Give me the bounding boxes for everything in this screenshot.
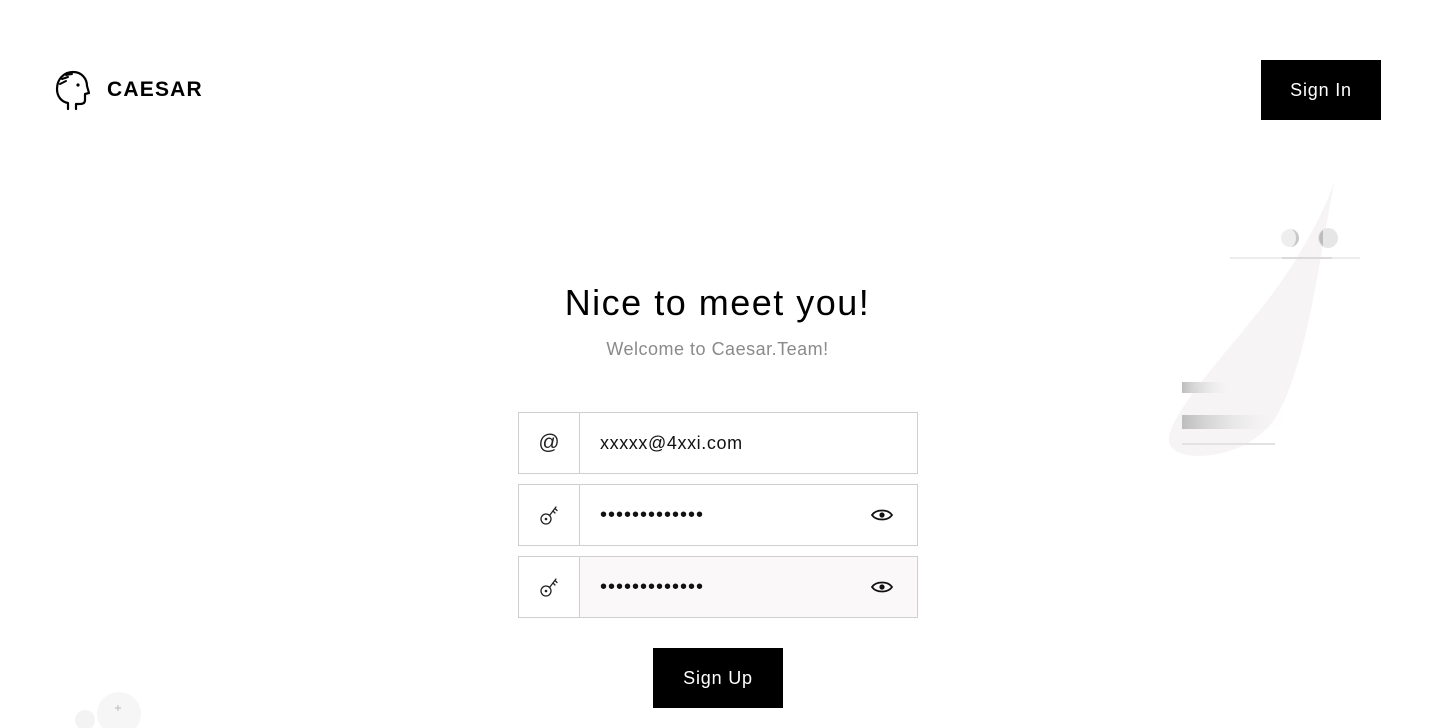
page-title: Nice to meet you! [564,282,871,323]
email-input-wrapper [580,413,917,473]
caesar-head-logo-icon [55,70,90,111]
confirm-password-input-wrapper [580,557,917,617]
confirm-password-input[interactable] [580,557,860,617]
sign-in-button[interactable]: Sign In [1261,60,1381,120]
key-icon [519,557,580,617]
eye-icon[interactable] [871,580,893,594]
password-input-wrapper [580,485,917,545]
at-icon: @ [519,413,580,473]
brand-name: CAESAR [107,78,203,101]
confirm-password-field [518,556,918,618]
at-glyph: @ [538,431,560,454]
decorative-illustration-left [75,692,141,728]
eye-icon[interactable] [871,508,893,522]
brand-logo[interactable]: CAESAR [54,69,203,111]
sign-up-button[interactable]: Sign Up [653,648,783,708]
email-input[interactable] [580,413,860,473]
key-icon [519,485,580,545]
password-input[interactable] [580,485,860,545]
password-field [518,484,918,546]
email-field: @ [518,412,918,474]
page-subtitle: Welcome to Caesar.Team! [606,339,829,359]
